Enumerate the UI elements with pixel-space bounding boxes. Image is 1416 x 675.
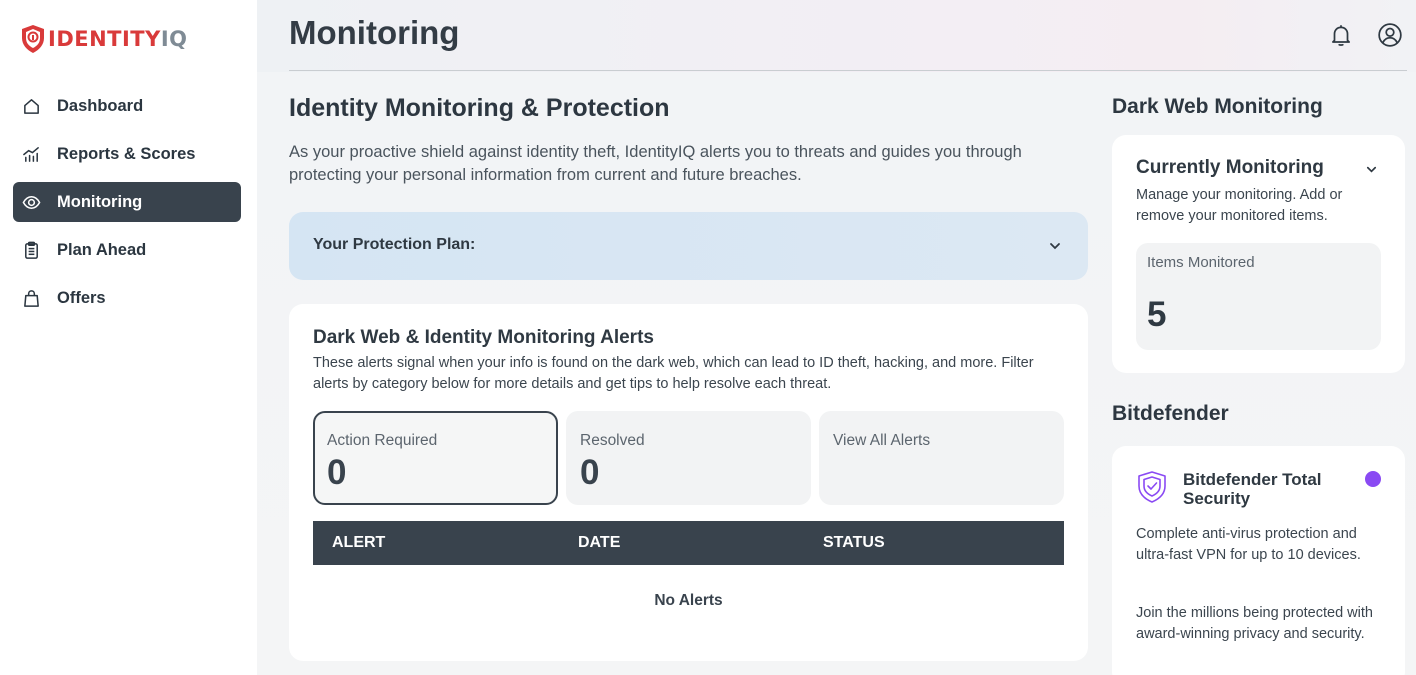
sidebar-item-offers[interactable]: Offers (13, 278, 241, 318)
header-divider (289, 70, 1407, 71)
stat-label: View All Alerts (833, 432, 931, 449)
bitdefender-title: Bitdefender (1112, 402, 1229, 425)
section-title: Identity Monitoring & Protection (289, 94, 670, 122)
page-header: Monitoring (257, 0, 1416, 72)
identityiq-logo[interactable]: IDENTITYIQ (20, 23, 188, 55)
sidebar: IDENTITYIQ Dashboard Reports & Scores Mo… (0, 0, 257, 675)
empty-state-text: No Alerts (654, 592, 723, 609)
status-dot[interactable] (1365, 471, 1381, 487)
protection-plan-accordion[interactable]: Your Protection Plan: (289, 212, 1088, 280)
sidebar-item-label: Dashboard (57, 96, 144, 115)
bell-icon[interactable] (1328, 22, 1354, 48)
sidebar-item-label: Offers (57, 288, 106, 307)
chevron-down-icon[interactable] (1365, 163, 1378, 176)
intro-text: As your proactive shield against identit… (289, 143, 1022, 184)
alerts-title: Dark Web & Identity Monitoring Alerts (313, 327, 654, 348)
dark-web-monitoring-title: Dark Web Monitoring (1112, 95, 1323, 118)
column-header-date: DATE (578, 534, 621, 551)
chevron-down-icon (1050, 243, 1060, 250)
stat-label: Action Required (327, 432, 438, 449)
shield-check-icon (1138, 471, 1166, 503)
shield-logo-icon (22, 25, 44, 53)
items-monitored-value: 5 (1147, 295, 1167, 334)
bag-icon (24, 289, 39, 307)
protection-plan-label: Your Protection Plan: (313, 236, 476, 253)
stat-label: Resolved (580, 432, 645, 449)
chart-icon (23, 146, 39, 162)
alerts-card: Dark Web & Identity Monitoring Alerts Th… (289, 304, 1088, 661)
sidebar-nav: Dashboard Reports & Scores Monitoring Pl… (13, 86, 241, 326)
alerts-table-header: ALERT DATE STATUS (313, 521, 1064, 565)
currently-monitoring-card: Currently Monitoring Manage your monitor… (1112, 135, 1405, 373)
sidebar-item-dashboard[interactable]: Dashboard (13, 86, 241, 126)
view-all-alerts-filter[interactable]: View All Alerts (819, 411, 1064, 505)
currently-monitoring-heading: Currently Monitoring (1136, 157, 1324, 178)
alerts-description: These alerts signal when your info is fo… (313, 355, 1034, 392)
stat-value: 0 (580, 453, 600, 492)
stat-value: 0 (327, 453, 347, 492)
sidebar-item-monitoring[interactable]: Monitoring (13, 182, 241, 222)
sidebar-item-label: Monitoring (57, 192, 143, 211)
page-title: Monitoring (289, 14, 460, 51)
column-header-alert: ALERT (332, 534, 386, 551)
sidebar-item-plan-ahead[interactable]: Plan Ahead (13, 230, 241, 270)
items-monitored-box[interactable]: Items Monitored 5 (1136, 243, 1381, 350)
resolved-filter[interactable]: Resolved 0 (566, 411, 811, 505)
sidebar-item-reports-scores[interactable]: Reports & Scores (13, 134, 241, 174)
bitdefender-card: Bitdefender Total Security Complete anti… (1112, 446, 1405, 675)
bitdefender-description: Complete anti-virus protection and ultra… (1136, 526, 1361, 563)
monitoring-description: Manage your monitoring. Add or remove yo… (1136, 187, 1343, 224)
sidebar-item-label: Reports & Scores (57, 144, 196, 163)
home-icon (24, 98, 39, 114)
logo-text: IDENTITYIQ (48, 27, 188, 51)
column-header-status: STATUS (823, 534, 885, 551)
bitdefender-promo-text: Join the millions being protected with a… (1136, 605, 1373, 642)
eye-icon (22, 195, 41, 209)
user-circle-icon[interactable] (1377, 22, 1403, 48)
action-required-filter[interactable]: Action Required 0 (313, 411, 558, 505)
bitdefender-product-name: Bitdefender Total Security (1183, 470, 1322, 508)
items-monitored-label: Items Monitored (1147, 254, 1255, 271)
sidebar-item-label: Plan Ahead (57, 240, 147, 259)
clipboard-icon (25, 241, 38, 259)
